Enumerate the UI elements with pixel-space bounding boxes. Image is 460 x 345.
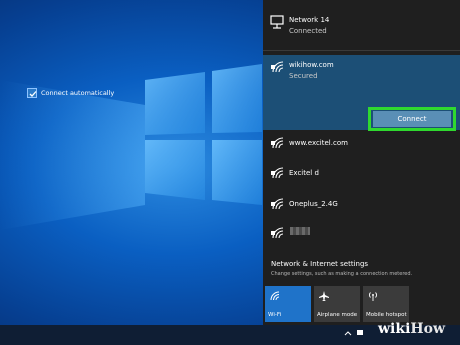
network-status: Secured: [289, 72, 318, 80]
network-name: Excitel d: [289, 169, 319, 177]
network-item-wikihow[interactable]: wikihow.com Secured: [263, 55, 460, 85]
ethernet-icon: [270, 15, 284, 29]
connect-automatically-checkbox[interactable]: [27, 88, 37, 98]
network-settings-description: Change settings, such as making a connec…: [271, 271, 413, 277]
airplane-icon: [319, 291, 329, 301]
watermark-how: How: [410, 321, 446, 337]
network-name: Network 14: [289, 16, 330, 24]
network-name: Oneplus_2.4G: [289, 200, 338, 208]
network-tray-icon[interactable]: [356, 329, 364, 337]
network-status: Connected: [289, 27, 327, 35]
connect-button[interactable]: Connect: [373, 111, 451, 127]
wifi-icon: [270, 291, 280, 301]
tile-label: Wi-Fi: [268, 312, 282, 318]
network-name: www.excitel.com: [289, 139, 348, 147]
watermark-wiki: wiki: [378, 321, 411, 337]
wifi-secured-icon: [271, 137, 284, 149]
wifi-secured-icon: [271, 61, 284, 73]
mobile-hotspot-tile[interactable]: Mobile hotspot: [363, 286, 409, 322]
network-settings-link[interactable]: Network & Internet settings: [271, 260, 368, 268]
network-item-excitel-d[interactable]: Excitel d: [263, 162, 460, 184]
network-item-oneplus[interactable]: Oneplus_2.4G: [263, 193, 460, 215]
airplane-mode-tile[interactable]: Airplane mode: [314, 286, 360, 322]
wikihow-watermark: wikiHow: [378, 321, 445, 337]
network-item-ethernet[interactable]: Network 14 Connected: [263, 0, 460, 45]
checkmark-icon: [29, 91, 37, 97]
connect-automatically-label: Connect automatically: [41, 89, 115, 97]
wifi-toggle-tile[interactable]: Wi-Fi: [265, 286, 311, 322]
network-name: wikihow.com: [289, 61, 334, 69]
wifi-secured-icon: [271, 198, 284, 210]
wifi-secured-icon: [271, 167, 284, 179]
blurred-network-name: [290, 227, 310, 235]
wifi-secured-icon: [271, 227, 284, 239]
network-item-excitel[interactable]: www.excitel.com: [263, 132, 460, 154]
divider: [263, 50, 460, 51]
tile-label: Airplane mode: [317, 312, 358, 318]
tile-label: Mobile hotspot: [366, 312, 407, 318]
hotspot-icon: [369, 292, 377, 301]
chevron-up-icon[interactable]: [344, 329, 352, 337]
